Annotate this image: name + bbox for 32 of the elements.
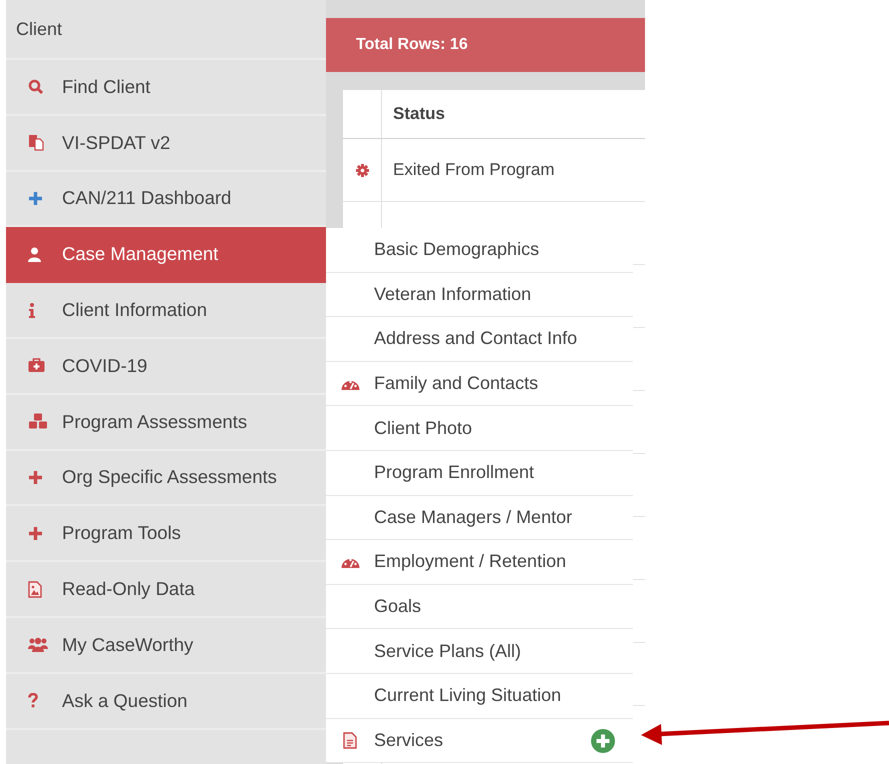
- submenu-item[interactable]: Address and Contact Info: [326, 317, 633, 362]
- sidebar-header: Client: [16, 18, 62, 40]
- medkit-icon: [28, 358, 45, 374]
- submenu-item[interactable]: Employment / Retention: [326, 540, 633, 585]
- user-icon: [28, 246, 41, 262]
- users-icon: [28, 637, 48, 652]
- documents-icon: [28, 134, 44, 152]
- table-cell: Exited From Program: [393, 160, 555, 180]
- info-icon: [28, 302, 36, 318]
- search-icon: [28, 78, 44, 95]
- plus-icon: [28, 190, 43, 206]
- plus-icon: [28, 470, 43, 485]
- submenu-item[interactable]: Service Plans (All): [326, 629, 633, 674]
- column-header: Status: [393, 104, 445, 124]
- submenu-item[interactable]: Program Enrollment: [326, 450, 633, 496]
- file-icon: [343, 732, 357, 749]
- submenu-item[interactable]: Current Living Situation: [326, 674, 633, 719]
- gear-icon[interactable]: [356, 164, 368, 176]
- submenu-item[interactable]: Case Managers / Mentor: [326, 496, 633, 540]
- question-icon: [28, 693, 38, 708]
- submenu-item[interactable]: Goals: [326, 584, 633, 630]
- submenu-item[interactable]: Family and Contacts: [326, 362, 633, 406]
- submenu-item[interactable]: Basic Demographics: [326, 228, 633, 273]
- sidebar-item[interactable]: Case Management: [6, 227, 326, 284]
- plus-icon: [28, 526, 43, 541]
- image-file-icon: [28, 580, 42, 598]
- submenu-item[interactable]: Veteran Information: [326, 272, 633, 318]
- cubes-icon: [28, 413, 48, 430]
- total-rows-label: Total Rows: 16: [356, 36, 468, 54]
- submenu-item[interactable]: Client Photo: [326, 406, 633, 451]
- add-icon[interactable]: [591, 728, 615, 753]
- submenu-item[interactable]: Services: [326, 718, 633, 764]
